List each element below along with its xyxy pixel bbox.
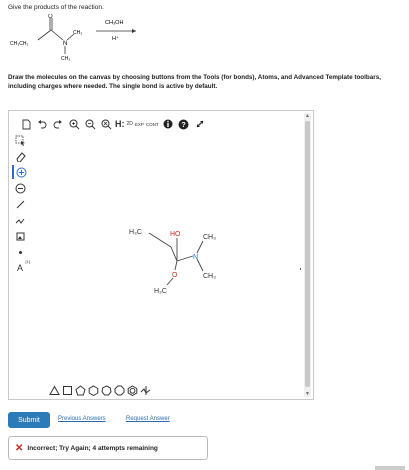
undo-icon[interactable]	[35, 117, 49, 131]
molecule-canvas[interactable]: H₃C HO N CH₃ CH₃ O H₃C	[31, 135, 301, 381]
ring-template-toolbar	[49, 385, 151, 396]
n-methyl-top: CH₃	[73, 30, 82, 36]
zoom-fit-icon[interactable]	[99, 117, 113, 131]
drawing-editor[interactable]: H: 2D EXP CONT ? A [1] H₃C HO N CH₃ CH₃ …	[8, 110, 314, 400]
hexagon-ring-icon[interactable]	[88, 385, 99, 396]
catalyst-label: H⁺	[112, 35, 119, 42]
mol-h3c-bottom: H₃C	[154, 288, 167, 295]
reagent-label: CH₃OH	[105, 20, 123, 26]
zoom-in-icon[interactable]	[67, 117, 81, 131]
h-toggle-button[interactable]: H:	[115, 117, 125, 131]
triangle-ring-icon[interactable]	[49, 385, 60, 396]
mol-ho: HO	[170, 231, 181, 238]
single-bond-icon[interactable]	[13, 197, 27, 211]
previous-answers-link[interactable]: Previous Answers	[58, 416, 106, 422]
request-answer-link[interactable]: Request Answer	[126, 416, 170, 422]
new-document-icon[interactable]	[19, 117, 33, 131]
svg-text:?: ?	[181, 120, 186, 129]
feedback-message: Incorrect; Try Again; 4 attempts remaini…	[27, 444, 158, 452]
label-cont: CONT	[145, 121, 159, 127]
select-icon[interactable]	[13, 133, 27, 147]
square-ring-icon[interactable]	[62, 385, 73, 396]
radical-icon[interactable]	[13, 245, 27, 259]
help-icon[interactable]: ?	[177, 117, 191, 131]
scroll-up-icon[interactable]: ▲	[304, 113, 311, 119]
scroll-down-icon[interactable]: ▼	[304, 391, 311, 397]
pentagon-ring-icon[interactable]	[75, 385, 86, 396]
label-2d-button[interactable]: 2D	[127, 117, 133, 131]
feedback-box: ✕ Incorrect; Try Again; 4 attempts remai…	[8, 436, 208, 460]
ethyl-label: CH₃CH₂	[10, 41, 28, 47]
zoom-out-icon[interactable]	[83, 117, 97, 131]
mol-ch3-bottom: CH₃	[203, 273, 216, 280]
reaction-scheme: O CH₃CH₂ N CH₃ CH₃ CH₃OH H⁺	[10, 14, 136, 62]
carbonyl-o: O	[48, 14, 53, 20]
label-2d: 2D	[126, 121, 133, 127]
mol-n: N	[193, 254, 198, 261]
redo-icon[interactable]	[51, 117, 65, 131]
atom-sup: [1]	[25, 259, 30, 264]
eraser-icon[interactable]	[13, 149, 27, 163]
template-icon[interactable]	[13, 229, 27, 243]
footer-scroll-indicator	[375, 466, 405, 470]
cyclohexane-chair-icon[interactable]	[140, 385, 151, 396]
atom-button[interactable]: A [1]	[13, 259, 30, 275]
submit-button[interactable]: Submit	[8, 412, 50, 428]
canvas-dot	[300, 268, 301, 270]
label-exp: EXP	[134, 121, 144, 127]
benzene-ring-icon[interactable]	[127, 385, 138, 396]
info-icon[interactable]	[161, 117, 175, 131]
question-text: Give the products of the reaction.	[8, 4, 104, 11]
chain-icon[interactable]	[13, 213, 27, 227]
n-methyl-bottom: CH₃	[61, 56, 70, 62]
h-label: H:	[115, 119, 125, 129]
instructions-text: Draw the molecules on the canvas by choo…	[8, 74, 381, 91]
error-x-icon: ✕	[15, 442, 24, 454]
negative-charge-icon[interactable]	[13, 181, 27, 195]
vertical-scrollbar[interactable]: ▲ ▼	[304, 113, 311, 397]
mol-h3c-left: H₃C	[129, 229, 142, 236]
heptagon-ring-icon[interactable]	[101, 385, 112, 396]
left-toolbar: A [1]	[11, 133, 30, 275]
expand-button[interactable]: EXP	[135, 117, 144, 131]
contract-button[interactable]: CONT	[146, 117, 159, 131]
positive-charge-icon[interactable]	[12, 165, 28, 179]
octagon-ring-icon[interactable]	[114, 385, 125, 396]
fullscreen-icon[interactable]	[193, 117, 207, 131]
atom-label: A	[16, 263, 23, 273]
mol-o: O	[172, 272, 178, 279]
mol-ch3-top: CH₃	[203, 234, 216, 241]
scrollbar-thumb[interactable]	[305, 121, 310, 387]
top-toolbar: H: 2D EXP CONT ?	[19, 116, 207, 132]
